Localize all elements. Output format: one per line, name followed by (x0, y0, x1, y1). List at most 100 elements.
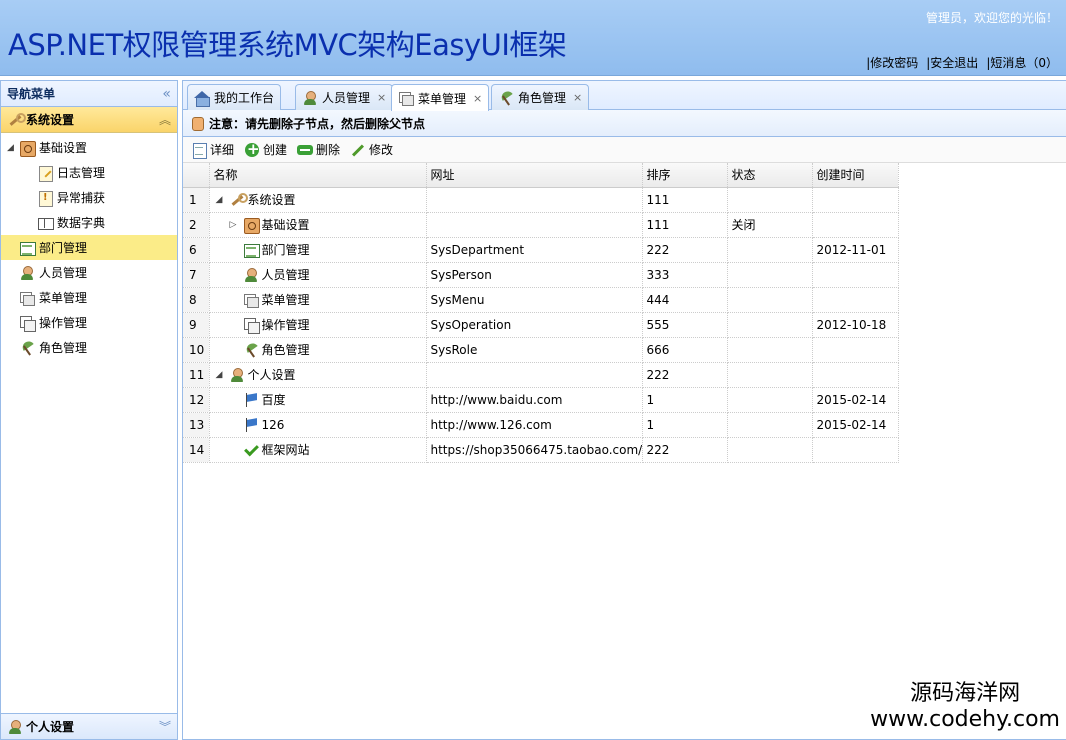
column-header-sort[interactable]: 排序 (642, 163, 728, 188)
expand-toggle-icon[interactable]: ◢ (7, 143, 15, 153)
tab[interactable]: 我的工作台 (187, 84, 282, 110)
table-row[interactable]: 8 菜单管理 SysMenu 444 (183, 287, 899, 313)
operation-icon (243, 317, 260, 334)
table-row[interactable]: 7 人员管理 SysPerson 333 (183, 262, 899, 288)
nav-item[interactable]: 操作管理 (1, 310, 177, 335)
table-row[interactable]: 11 ◢ 个人设置 222 (183, 362, 899, 388)
nav-item[interactable]: ◢ 基础设置 (1, 135, 177, 160)
tab[interactable]: 角色管理 × (491, 84, 590, 110)
detail-button[interactable]: 详细 (191, 141, 234, 159)
nav-panel-title: 导航菜单 (7, 87, 56, 101)
tree-toggle-icon[interactable]: ▷ (230, 220, 240, 230)
user-icon (7, 719, 23, 735)
edit-button[interactable]: 修改 (350, 141, 393, 158)
cell-created (812, 262, 899, 288)
cell-created: 2015-02-14 (812, 387, 899, 413)
row-number: 2 (183, 212, 210, 238)
menu-tree-grid: 名称 网址 排序 状态 创建时间 1 ◢ 系统设置 111 2 ▷ 基础设置 111 关闭 6 部门… (183, 163, 899, 463)
nav-item-label: 部门管理 (39, 241, 88, 255)
notice-bar: 注意：请先删除子节点，然后删除父节点 (183, 110, 1066, 137)
close-icon[interactable]: × (377, 91, 386, 104)
row-number: 11 (183, 362, 210, 388)
nav-item[interactable]: 数据字典 (1, 210, 177, 235)
cell-url: SysDepartment (426, 237, 643, 263)
table-row[interactable]: 9 操作管理 SysOperation 555 2012-10-18 (183, 312, 899, 338)
nav-item[interactable]: 人员管理 (1, 260, 177, 285)
tab-label: 我的工作台 (214, 91, 275, 105)
accordion-system-settings[interactable]: 系统设置 ︽ (1, 107, 177, 133)
create-button[interactable]: 创建 (244, 140, 287, 158)
table-row[interactable]: 10 角色管理 SysRole 666 (183, 337, 899, 363)
table-row[interactable]: 1 ◢ 系统设置 111 (183, 187, 899, 213)
nav-item-label: 基础设置 (39, 141, 88, 155)
column-header-status[interactable]: 状态 (727, 163, 813, 188)
toolbar: 详细 创建 删除 修改 (183, 137, 1066, 163)
cell-sort: 555 (642, 312, 728, 338)
logout-link[interactable]: |安全退出 (926, 54, 978, 71)
column-header-created[interactable]: 创建时间 (812, 163, 899, 188)
flag-icon (243, 417, 259, 433)
warning-icon (37, 190, 53, 207)
table-row[interactable]: 14 框架网站 https://shop35066475.taobao.com/22… (183, 437, 899, 463)
menu-icon (19, 290, 35, 306)
nav-item[interactable]: 异常捕获 (1, 185, 177, 210)
close-icon[interactable]: × (473, 92, 482, 105)
tab-label: 菜单管理 (418, 91, 467, 106)
cell-name-text: 角色管理 (261, 343, 310, 357)
expand-down-icon[interactable]: ︾ (159, 718, 171, 735)
column-header-url[interactable]: 网址 (426, 163, 643, 188)
nav-panel-header: 导航菜单 « (1, 81, 177, 107)
cell-name: ▷ 基础设置 (209, 212, 427, 238)
nav-item[interactable]: 日志管理 (1, 160, 177, 185)
cell-name: 百度 (209, 387, 427, 413)
tab[interactable]: 人员管理 × (295, 84, 394, 110)
delete-button[interactable]: 删除 (297, 141, 340, 158)
collapse-left-icon[interactable]: « (162, 86, 171, 102)
box-icon (19, 140, 36, 157)
accordion-title: 系统设置 (26, 113, 75, 127)
watermark-name: 源码海洋网 (910, 681, 1021, 706)
app-header: ASP.NET权限管理系统MVC架构EasyUI框架 管理员，欢迎您的光临！ |… (0, 0, 1066, 76)
table-row[interactable]: 6 部门管理 SysDepartment 222 2012-11-01 (183, 237, 899, 263)
row-number: 14 (183, 437, 210, 463)
tree-toggle-icon[interactable]: ◢ (216, 370, 226, 380)
department-icon (243, 242, 260, 258)
nav-item-label: 人员管理 (39, 266, 88, 280)
pencil-icon (350, 142, 366, 158)
nav-item[interactable]: 部门管理 (1, 235, 177, 260)
collapse-up-icon[interactable]: ︽ (159, 111, 171, 128)
cell-created: 2012-10-18 (812, 312, 899, 338)
nav-item[interactable]: 菜单管理 (1, 285, 177, 310)
cell-status (727, 312, 813, 338)
column-header-name[interactable]: 名称 (209, 163, 427, 188)
cell-status (727, 387, 813, 413)
nav-item[interactable]: 角色管理 (1, 335, 177, 360)
table-row[interactable]: 2 ▷ 基础设置 111 关闭 (183, 212, 899, 238)
cell-name: 操作管理 (209, 312, 427, 338)
row-number: 9 (183, 312, 210, 338)
table-row[interactable]: 13 126 http://www.126.com 1 2015-02-14 (183, 412, 899, 438)
row-number: 7 (183, 262, 210, 288)
tab[interactable]: 菜单管理 × (391, 84, 490, 111)
add-icon (244, 140, 260, 158)
cell-created (812, 437, 899, 463)
change-password-link[interactable]: |修改密码 (866, 54, 918, 71)
table-row[interactable]: 12 百度 http://www.baidu.com 1 2015-02-14 (183, 387, 899, 413)
messages-link[interactable]: |短消息（0） (986, 54, 1058, 71)
accordion-personal-settings[interactable]: 个人设置 ︾ (1, 713, 177, 739)
cell-name: 菜单管理 (209, 287, 427, 313)
cell-url: http://www.baidu.com (426, 387, 643, 413)
cell-status (727, 262, 813, 288)
cell-created: 2012-11-01 (812, 237, 899, 263)
cell-url: SysMenu (426, 287, 643, 313)
box-icon (243, 217, 260, 234)
cell-status (727, 437, 813, 463)
cell-sort: 333 (642, 262, 728, 288)
header-links: |修改密码 |安全退出 |短消息（0） (866, 54, 1058, 71)
tree-toggle-icon[interactable]: ◢ (216, 195, 226, 205)
tab-bar: 我的工作台 人员管理 × 菜单管理 × 角色管理 × (183, 81, 1066, 111)
cell-url (426, 212, 643, 238)
cell-created (812, 212, 899, 238)
close-icon[interactable]: × (573, 91, 582, 104)
cell-name: ◢ 系统设置 (209, 187, 427, 213)
